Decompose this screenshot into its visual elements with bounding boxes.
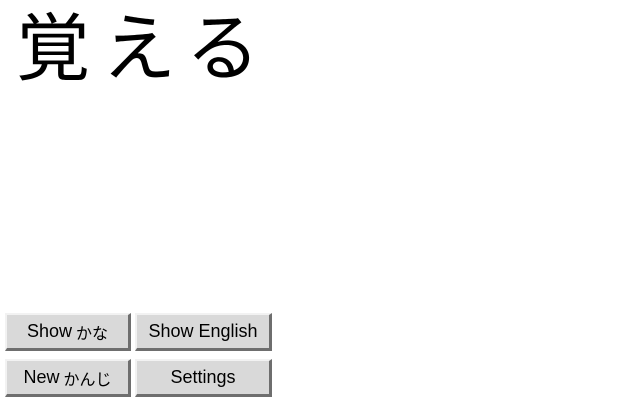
- new-kanji-button-suffix: かんじ: [63, 369, 112, 389]
- flashcard-app: 覚える Show かな Show English New かんじ Setting…: [0, 0, 640, 400]
- show-kana-button[interactable]: Show かな: [5, 313, 131, 351]
- show-english-button[interactable]: Show English: [135, 313, 272, 351]
- settings-button[interactable]: Settings: [135, 359, 272, 397]
- settings-button-label: Settings: [170, 367, 236, 387]
- show-kana-button-prefix: Show: [26, 321, 72, 341]
- show-kana-button-suffix: かな: [76, 323, 109, 343]
- new-kanji-button[interactable]: New かんじ: [5, 359, 131, 397]
- flashcard-word: 覚える: [16, 6, 272, 92]
- new-kanji-button-prefix: New: [23, 367, 60, 387]
- show-english-button-label: Show English: [148, 321, 258, 341]
